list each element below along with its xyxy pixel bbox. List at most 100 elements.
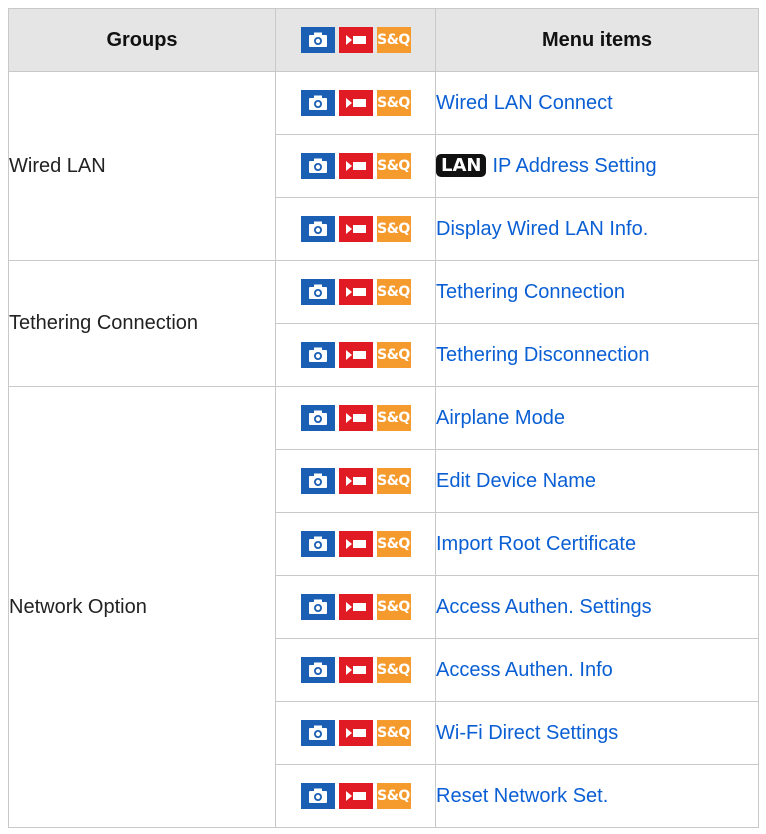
modes-cell: S&Q <box>275 701 436 765</box>
menu-item-cell: Edit Device Name <box>435 449 759 513</box>
sq-mode-icon: S&Q <box>376 783 411 809</box>
menu-item-link[interactable]: IP Address Setting <box>492 155 656 177</box>
mode-icons: S&Q <box>300 216 411 242</box>
mode-icons: S&Q <box>300 783 411 809</box>
movie-mode-icon <box>338 405 373 431</box>
menu-item-link[interactable]: Access Authen. Settings <box>436 596 652 618</box>
modes-cell: S&Q <box>275 71 436 135</box>
menu-item-link[interactable]: Tethering Connection <box>436 281 625 303</box>
menu-item-link[interactable]: Tethering Disconnection <box>436 344 649 366</box>
sq-mode-icon: S&Q <box>376 153 411 179</box>
modes-cell: S&Q <box>275 323 436 387</box>
menu-item-link[interactable]: Airplane Mode <box>436 407 565 429</box>
sq-mode-icon: S&Q <box>376 468 411 494</box>
photo-mode-icon <box>300 531 335 557</box>
mode-icons: S&Q <box>300 405 411 431</box>
modes-cell: S&Q <box>275 449 436 513</box>
table-row: Tethering Connection S&Q Tethering Connect… <box>8 260 759 387</box>
modes-cell: S&Q <box>275 512 436 576</box>
menu-item-link[interactable]: Wired LAN Connect <box>436 92 613 114</box>
menu-item-link[interactable]: Import Root Certificate <box>436 533 636 555</box>
mode-icons: S&Q <box>300 531 411 557</box>
menu-item-link[interactable]: Wi-Fi Direct Settings <box>436 722 618 744</box>
sq-mode-icon: S&Q <box>376 27 411 53</box>
group-name-cell: Tethering Connection <box>8 260 276 387</box>
menu-item-link[interactable]: Display Wired LAN Info. <box>436 218 648 240</box>
mode-icons: S&Q <box>300 27 411 53</box>
mode-icons: S&Q <box>300 468 411 494</box>
sq-mode-icon: S&Q <box>376 720 411 746</box>
table-header-row: Groups S&Q Menu items <box>8 8 759 72</box>
menu-item-cell: Display Wired LAN Info. <box>435 197 759 261</box>
movie-mode-icon <box>338 657 373 683</box>
movie-mode-icon <box>338 153 373 179</box>
mode-icons: S&Q <box>300 153 411 179</box>
movie-mode-icon <box>338 720 373 746</box>
menu-items-column-header: Menu items <box>435 8 759 72</box>
modes-column-header: S&Q <box>275 8 436 72</box>
modes-cell: S&Q <box>275 575 436 639</box>
photo-mode-icon <box>300 27 335 53</box>
modes-cell: S&Q <box>275 197 436 261</box>
menu-items-table: Groups S&Q Menu items Wired LAN S&Q Wired … <box>8 8 759 828</box>
menu-table-body: Wired LAN S&Q Wired LAN Connect S&Q LAN IP Ad… <box>8 71 759 828</box>
photo-mode-icon <box>300 594 335 620</box>
table-row: Wired LAN S&Q Wired LAN Connect <box>8 71 759 261</box>
menu-item-cell: Access Authen. Settings <box>435 575 759 639</box>
mode-icons: S&Q <box>300 657 411 683</box>
groups-column-header: Groups <box>8 8 276 72</box>
mode-icons: S&Q <box>300 279 411 305</box>
mode-icons: S&Q <box>300 594 411 620</box>
movie-mode-icon <box>338 279 373 305</box>
photo-mode-icon <box>300 405 335 431</box>
movie-mode-icon <box>338 468 373 494</box>
menu-item-link[interactable]: Edit Device Name <box>436 470 596 492</box>
modes-cell: S&Q <box>275 386 436 450</box>
modes-cell: S&Q <box>275 134 436 198</box>
group-name-cell: Wired LAN <box>8 71 276 261</box>
menu-item-cell: Access Authen. Info <box>435 638 759 702</box>
sq-mode-icon: S&Q <box>376 342 411 368</box>
movie-mode-icon <box>338 783 373 809</box>
mode-icons: S&Q <box>300 342 411 368</box>
mode-icons: S&Q <box>300 720 411 746</box>
photo-mode-icon <box>300 90 335 116</box>
menu-item-cell: Tethering Connection <box>435 260 759 324</box>
sq-mode-icon: S&Q <box>376 594 411 620</box>
menu-item-cell: Import Root Certificate <box>435 512 759 576</box>
lan-badge-icon: LAN <box>436 154 487 177</box>
movie-mode-icon <box>338 342 373 368</box>
menu-item-cell: Wired LAN Connect <box>435 71 759 135</box>
modes-cell: S&Q <box>275 764 436 828</box>
sq-mode-icon: S&Q <box>376 405 411 431</box>
sq-mode-icon: S&Q <box>376 90 411 116</box>
sq-mode-icon: S&Q <box>376 279 411 305</box>
sq-mode-icon: S&Q <box>376 216 411 242</box>
photo-mode-icon <box>300 216 335 242</box>
photo-mode-icon <box>300 279 335 305</box>
sq-mode-icon: S&Q <box>376 657 411 683</box>
menu-item-cell: Reset Network Set. <box>435 764 759 828</box>
modes-cell: S&Q <box>275 638 436 702</box>
menu-item-cell: LAN IP Address Setting <box>435 134 759 198</box>
photo-mode-icon <box>300 468 335 494</box>
movie-mode-icon <box>338 90 373 116</box>
group-name-cell: Network Option <box>8 386 276 828</box>
mode-icons: S&Q <box>300 90 411 116</box>
menu-item-link[interactable]: Access Authen. Info <box>436 659 613 681</box>
menu-item-cell: Wi-Fi Direct Settings <box>435 701 759 765</box>
photo-mode-icon <box>300 783 335 809</box>
movie-mode-icon <box>338 594 373 620</box>
movie-mode-icon <box>338 27 373 53</box>
movie-mode-icon <box>338 531 373 557</box>
photo-mode-icon <box>300 342 335 368</box>
photo-mode-icon <box>300 720 335 746</box>
modes-cell: S&Q <box>275 260 436 324</box>
menu-item-link[interactable]: Reset Network Set. <box>436 785 608 807</box>
movie-mode-icon <box>338 216 373 242</box>
photo-mode-icon <box>300 657 335 683</box>
table-row: Network Option S&Q Airplane Mode <box>8 386 759 828</box>
sq-mode-icon: S&Q <box>376 531 411 557</box>
menu-item-cell: Airplane Mode <box>435 386 759 450</box>
photo-mode-icon <box>300 153 335 179</box>
